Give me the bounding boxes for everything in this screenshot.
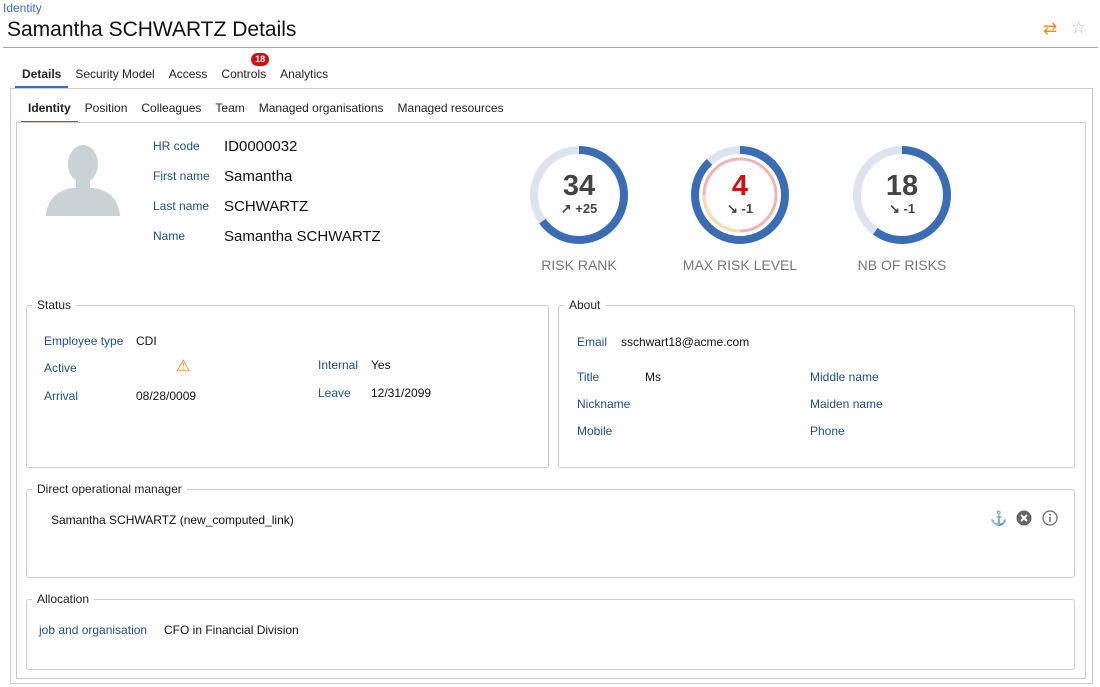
info-icon[interactable] — [1042, 510, 1058, 531]
first-name-label: First name — [153, 169, 210, 183]
subtab-label: Managed organisations — [258, 101, 384, 115]
warning-icon: ⚠ — [176, 358, 191, 375]
delta-text: -1 — [741, 201, 754, 216]
star-icon[interactable]: ☆ — [1071, 18, 1086, 38]
person-silhouette-icon — [46, 145, 120, 216]
subtab-team[interactable]: Team — [208, 100, 251, 123]
internal-value: Yes — [371, 358, 391, 372]
title-value: Ms — [645, 370, 661, 384]
subtab-label: Identity — [28, 101, 71, 115]
risk-rank-delta: ↗ +25 — [527, 201, 631, 217]
employee-type-value: CDI — [136, 334, 157, 348]
internal-label: Internal — [318, 358, 359, 372]
subtab-label: Colleagues — [141, 101, 202, 115]
name-value: Samantha SCHWARTZ — [224, 228, 381, 245]
nb-of-risks-value: 18 — [885, 170, 919, 202]
leave-value: 12/31/2099 — [371, 386, 432, 400]
tab-label: Analytics — [280, 67, 329, 81]
max-risk-level-gauge[interactable]: 4 ↘ -1 MAX RISK LEVEL — [683, 143, 797, 273]
nb-of-risks-gauge[interactable]: 18 ↘ -1 NB OF RISKS — [850, 143, 954, 273]
tab-analytics[interactable]: Analytics — [273, 66, 335, 88]
page-title: Samantha SCHWARTZ Details — [7, 18, 297, 41]
phone-label: Phone — [810, 424, 845, 438]
tab-label: Controls — [221, 67, 267, 81]
risk-rank-caption: RISK RANK — [541, 257, 617, 273]
active-label: Active — [44, 361, 77, 375]
email-value: sschwart18@acme.com — [621, 335, 750, 349]
manager-section: Direct operational manager — [26, 482, 1075, 578]
job-and-organisation-value: CFO in Financial Division — [164, 623, 299, 637]
subtab-managed-organisations[interactable]: Managed organisations — [252, 100, 391, 123]
tab-label: Access — [168, 67, 208, 81]
avatar — [44, 140, 122, 216]
risk-rank-gauge[interactable]: 34 ↗ +25 RISK RANK — [527, 143, 631, 273]
last-name-value: SCHWARTZ — [224, 198, 309, 215]
arrow-down-right-icon: ↘ — [888, 201, 900, 216]
last-name-label: Last name — [153, 199, 210, 213]
subtab-label: Managed resources — [397, 101, 504, 115]
breadcrumb[interactable]: Identity — [3, 1, 42, 15]
manager-value[interactable]: Samantha SCHWARTZ (new_computed_link) — [51, 513, 294, 527]
tab-details[interactable]: Details — [15, 66, 69, 88]
tab-label: Security Model — [75, 67, 155, 81]
leave-label: Leave — [318, 386, 351, 400]
arrival-value: 08/28/0009 — [136, 389, 197, 403]
maiden-name-label: Maiden name — [810, 397, 883, 411]
tab-security-model[interactable]: Security Model — [68, 66, 161, 88]
subtab-label: Position — [84, 101, 128, 115]
subtab-managed-resources[interactable]: Managed resources — [391, 100, 511, 123]
nickname-label: Nickname — [577, 397, 631, 411]
arrival-label: Arrival — [44, 389, 79, 403]
status-legend: Status — [37, 298, 72, 312]
main-tabs: Details Security Model Access Controls 18… — [15, 53, 335, 88]
subtab-identity[interactable]: Identity — [21, 100, 78, 123]
subtab-label: Team — [215, 101, 245, 115]
middle-name-label: Middle name — [810, 370, 879, 384]
email-label: Email — [577, 335, 608, 349]
delta-text: -1 — [903, 201, 916, 216]
allocation-legend: Allocation — [37, 592, 90, 606]
hr-code-value: ID0000032 — [224, 138, 298, 155]
subtab-position[interactable]: Position — [78, 100, 135, 123]
job-and-organisation-label: job and organisation — [39, 623, 148, 637]
arrow-down-right-icon: ↘ — [726, 201, 738, 216]
name-label: Name — [153, 229, 186, 243]
first-name-value: Samantha — [224, 168, 293, 185]
tab-access[interactable]: Access — [162, 66, 215, 88]
remove-icon[interactable] — [1016, 510, 1032, 531]
arrow-up-right-icon: ↗ — [560, 201, 572, 216]
controls-count-badge: 18 — [251, 53, 270, 66]
tab-controls[interactable]: Controls 18 — [214, 53, 273, 88]
sub-tabs: Identity Position Colleagues Team Manage… — [21, 100, 511, 123]
employee-type-label: Employee type — [44, 334, 124, 348]
title-divider — [3, 47, 1098, 48]
nb-of-risks-delta: ↘ -1 — [850, 201, 954, 217]
anchor-icon[interactable]: ⚓ — [990, 510, 1007, 527]
risk-rank-value: 34 — [562, 170, 596, 202]
subtab-colleagues[interactable]: Colleagues — [134, 100, 208, 123]
manager-legend: Direct operational manager — [37, 482, 182, 496]
nb-of-risks-caption: NB OF RISKS — [857, 257, 947, 273]
title-label: Title — [577, 370, 600, 384]
about-legend: About — [569, 298, 601, 312]
delta-text: +25 — [575, 201, 598, 216]
status-section: Status — [26, 298, 549, 468]
mobile-label: Mobile — [577, 424, 613, 438]
max-risk-level-value: 4 — [731, 170, 749, 202]
tab-label: Details — [22, 67, 62, 81]
sync-icon[interactable]: ⇄ — [1043, 19, 1057, 39]
hr-code-label: HR code — [153, 139, 200, 153]
max-risk-level-delta: ↘ -1 — [688, 201, 792, 217]
max-risk-level-caption: MAX RISK LEVEL — [682, 257, 798, 273]
